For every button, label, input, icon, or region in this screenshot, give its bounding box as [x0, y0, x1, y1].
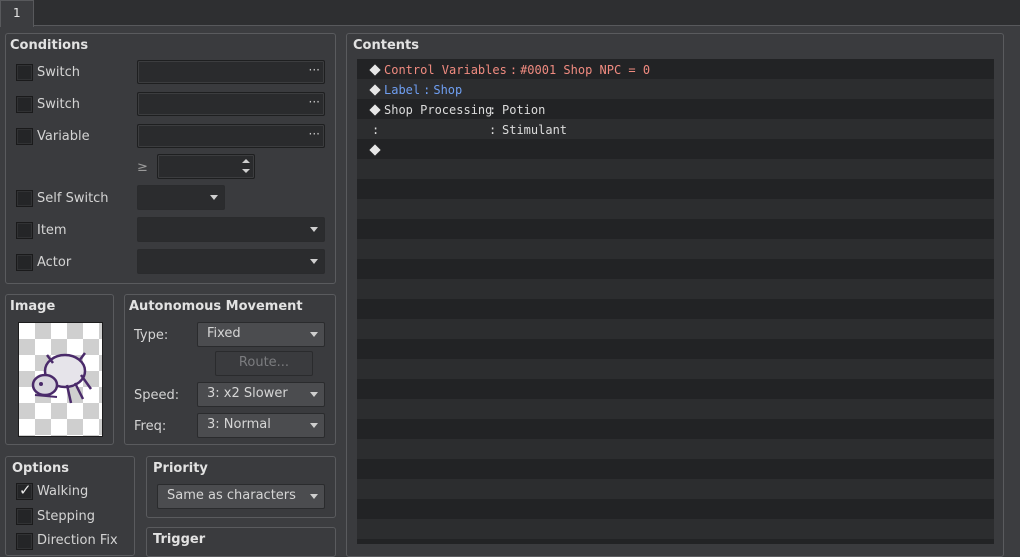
type-value: Fixed [207, 326, 241, 341]
spin-up-icon[interactable] [242, 159, 250, 163]
variable-checkbox[interactable] [16, 128, 33, 145]
speed-select[interactable]: 3: x2 Slower [197, 382, 325, 407]
stepping-checkbox[interactable] [16, 508, 33, 525]
chevron-down-icon [310, 494, 318, 499]
chevron-down-icon [310, 259, 318, 264]
speed-label: Speed: [134, 388, 180, 403]
direction-fix-checkbox[interactable] [16, 533, 33, 550]
command-row[interactable] [369, 140, 384, 160]
switch1-checkbox[interactable] [16, 64, 33, 81]
freq-select[interactable]: 3: Normal [197, 413, 325, 438]
command-name: Shop Processing [384, 103, 493, 117]
priority-select[interactable]: Same as characters [157, 484, 325, 509]
image-title: Image [10, 299, 56, 314]
continuation-marker: : [372, 123, 380, 137]
chevron-down-icon [210, 195, 218, 200]
stepping-label: Stepping [37, 509, 95, 524]
chevron-down-icon [310, 332, 318, 337]
tab-bar: 1 [0, 0, 1020, 27]
type-label: Type: [134, 328, 169, 343]
variable-field[interactable]: ··· [137, 124, 325, 148]
actor-checkbox[interactable] [16, 254, 33, 271]
diamond-icon [369, 144, 381, 156]
autonomous-movement-panel: Autonomous Movement Type: Fixed Route...… [124, 294, 336, 445]
ellipsis-icon[interactable]: ··· [309, 63, 320, 77]
sprite-icon [31, 352, 93, 404]
type-select[interactable]: Fixed [197, 322, 325, 347]
item-label: Item [37, 223, 67, 238]
contents-title: Contents [353, 38, 419, 53]
trigger-title: Trigger [153, 532, 206, 547]
options-title: Options [12, 461, 69, 476]
command-row[interactable]: Control Variables: #0001 Shop NPC = 0 [369, 60, 650, 80]
command-params: Shop [433, 83, 463, 97]
ellipsis-icon[interactable]: ··· [309, 127, 320, 141]
variable-value-spinbox[interactable] [157, 154, 255, 179]
diamond-icon [369, 104, 381, 116]
trigger-panel: Trigger [146, 527, 336, 557]
priority-title: Priority [153, 461, 208, 476]
chevron-down-icon [310, 423, 318, 428]
command-row[interactable]: Shop Processing : Potion [369, 100, 669, 120]
route-button[interactable]: Route... [215, 351, 313, 376]
diamond-icon [369, 84, 381, 96]
tab-page-1[interactable]: 1 [0, 0, 34, 27]
command-name: Control Variables [384, 63, 507, 77]
switch1-field[interactable]: ··· [137, 60, 325, 84]
image-panel: Image [5, 294, 114, 445]
direction-fix-label: Direction Fix [37, 533, 118, 548]
self-switch-checkbox[interactable] [16, 190, 33, 207]
operator-label: ≥ [137, 160, 148, 175]
variable-label: Variable [37, 129, 90, 144]
priority-value: Same as characters [167, 488, 296, 503]
freq-label: Freq: [134, 419, 167, 434]
actor-select[interactable] [137, 249, 325, 274]
freq-value: 3: Normal [207, 417, 271, 432]
switch2-checkbox[interactable] [16, 96, 33, 113]
separator: : [423, 83, 431, 97]
event-command-list[interactable]: Control Variables: #0001 Shop NPC = 0 Lab… [357, 59, 994, 544]
command-params: #0001 Shop NPC = 0 [520, 63, 651, 77]
walking-checkbox[interactable] [16, 481, 33, 500]
speed-value: 3: x2 Slower [207, 386, 288, 401]
self-switch-select[interactable] [137, 185, 225, 210]
command-row[interactable]: : : Stimulant [369, 120, 669, 140]
separator: : [489, 123, 497, 137]
priority-panel: Priority Same as characters [146, 456, 336, 518]
spin-down-icon[interactable] [242, 169, 250, 173]
autonomous-movement-title: Autonomous Movement [129, 299, 303, 314]
actor-label: Actor [37, 255, 72, 270]
conditions-title: Conditions [10, 38, 89, 53]
switch2-label: Switch [37, 97, 80, 112]
diamond-icon [369, 64, 381, 76]
chevron-down-icon [310, 392, 318, 397]
command-params: Stimulant [502, 123, 568, 137]
command-name: Label [384, 83, 421, 97]
ellipsis-icon[interactable]: ··· [309, 95, 320, 109]
switch1-label: Switch [37, 65, 80, 80]
character-image[interactable] [18, 322, 103, 437]
self-switch-label: Self Switch [37, 191, 109, 206]
item-select[interactable] [137, 217, 325, 242]
switch2-field[interactable]: ··· [137, 92, 325, 116]
command-row[interactable]: Label: Shop [369, 80, 462, 100]
command-params: Potion [502, 103, 546, 117]
item-checkbox[interactable] [16, 222, 33, 239]
separator: : [489, 103, 497, 117]
conditions-panel: Conditions Switch ··· Switch ··· Variabl… [5, 33, 336, 284]
chevron-down-icon [310, 227, 318, 232]
options-panel: Options Walking Stepping Direction Fix [5, 456, 135, 556]
walking-label: Walking [37, 484, 89, 499]
separator: : [509, 63, 518, 77]
